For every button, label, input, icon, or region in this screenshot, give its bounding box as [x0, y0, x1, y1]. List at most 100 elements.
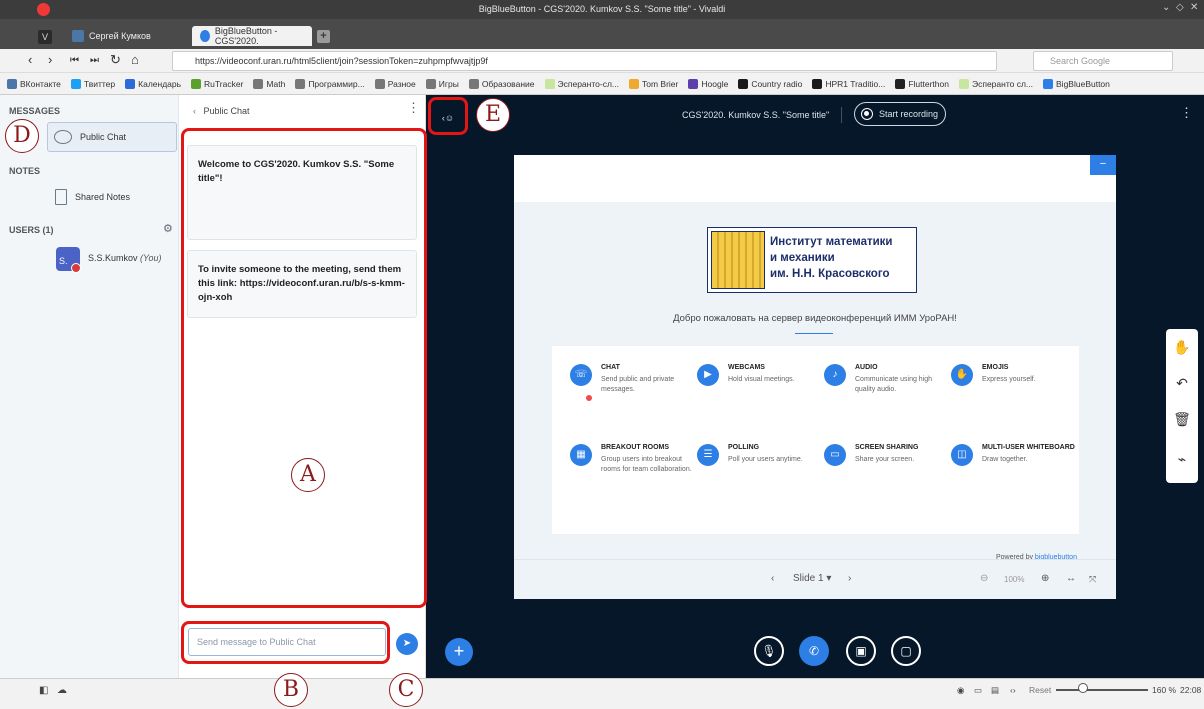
forward-icon[interactable]: ›: [48, 52, 52, 67]
bookmarks-bar: ВКонтакте Твиттер Календарь RuTracker Math Пр…: [0, 73, 1204, 95]
phone-icon: ✆: [808, 644, 820, 658]
public-chat-item[interactable]: Public Chat: [47, 122, 177, 152]
panel-toggle-icon[interactable]: ◧: [39, 685, 48, 696]
next-slide-icon[interactable]: ›: [848, 573, 851, 584]
tiling-icon[interactable]: ▭: [974, 685, 982, 696]
zoom-out-icon[interactable]: ⊖: [980, 573, 988, 584]
presentation-area: ‹☺ CGS'2020. Kumkov S.S. "Some title" St…: [426, 95, 1204, 678]
hand-tool-icon[interactable]: ✋: [1166, 331, 1198, 363]
presentation-slide[interactable]: − Институт математики и механики им. Н.Н…: [514, 155, 1116, 599]
feature-title: AUDIO: [855, 364, 878, 371]
microphone-off-icon: 🎙: [761, 644, 777, 658]
url-field[interactable]: https://videoconf.uran.ru/html5client/jo…: [172, 51, 997, 71]
bookmark-item[interactable]: Твиттер: [70, 78, 115, 89]
institute-line: Институт математики: [770, 236, 893, 248]
bookmark-item[interactable]: Country radio: [738, 78, 802, 89]
zoom-slider-handle[interactable]: [1078, 683, 1088, 693]
current-slide-label: Slide 1: [793, 573, 824, 584]
bookmark-item[interactable]: Эсперанто сл...: [958, 78, 1033, 89]
feature-title: WEBCAMS: [728, 364, 765, 371]
chat-options-icon[interactable]: ⋮: [407, 100, 420, 116]
record-icon: [861, 108, 873, 120]
bookmark-item[interactable]: RuTracker: [191, 78, 243, 89]
tab-label: BigBlueButton - CGS'2020.: [214, 26, 278, 46]
bookmark-icon: [253, 78, 264, 89]
fit-width-icon[interactable]: ↔: [1066, 573, 1076, 584]
bookmark-item[interactable]: HPR1 Traditio...: [812, 78, 885, 89]
bookmark-item[interactable]: Календарь: [125, 78, 181, 89]
bookmark-label: Math: [266, 78, 286, 89]
start-recording-button[interactable]: Start recording: [854, 102, 946, 126]
bookmark-item[interactable]: Math: [253, 78, 286, 89]
share-screen-button[interactable]: ▢: [891, 636, 921, 666]
mute-microphone-button[interactable]: 🎙: [754, 636, 784, 666]
bookmark-item[interactable]: Образование: [468, 78, 535, 89]
bookmark-item[interactable]: Tom Brier: [629, 78, 678, 89]
url-text: https://videoconf.uran.ru/html5client/jo…: [195, 56, 488, 66]
close-window-button[interactable]: ✕: [1190, 2, 1198, 13]
user-name: S.S.Kumkov: [88, 253, 138, 263]
zoom-slider[interactable]: [1056, 689, 1148, 691]
zoom-reset-button[interactable]: Reset: [1029, 685, 1051, 695]
tab-vk[interactable]: Сергей Кумков: [64, 26, 159, 46]
previous-slide-icon[interactable]: ‹: [771, 573, 774, 584]
leave-audio-button[interactable]: ✆: [799, 636, 829, 666]
annotation-box-chat-messages: [181, 128, 427, 608]
welcome-text: Добро пожаловать на сервер видеоконферен…: [673, 313, 957, 324]
actions-plus-button[interactable]: +: [445, 638, 473, 666]
chat-hide-button[interactable]: ‹ Public Chat: [193, 106, 250, 116]
search-field[interactable]: Search Google: [1033, 51, 1173, 71]
bookmark-icon: [544, 78, 555, 89]
page-actions-icon[interactable]: ‹›: [1010, 685, 1016, 695]
multi-user-icon[interactable]: ⌁: [1166, 443, 1198, 475]
send-message-button[interactable]: ➤: [396, 633, 418, 655]
bookmark-icon: [295, 78, 306, 89]
slide-select[interactable]: Slide 1 ▾: [793, 573, 831, 584]
bookmark-item[interactable]: Flutterthon: [895, 78, 949, 89]
share-webcam-button[interactable]: ▣: [846, 636, 876, 666]
bookmark-item[interactable]: Эсперанто-сл...: [544, 78, 619, 89]
bookmark-item[interactable]: Программир...: [295, 78, 365, 89]
maximize-window-button[interactable]: ◇: [1176, 2, 1184, 13]
features-grid: ☏ CHAT Send public and private messages. ▶ W…: [552, 346, 1079, 534]
minimize-presentation-button[interactable]: −: [1090, 155, 1116, 175]
rewind-icon[interactable]: ⏮: [70, 55, 79, 66]
users-heading: USERS (1): [9, 225, 54, 235]
webcam-icon: ▶: [697, 364, 719, 386]
bookmark-label: ВКонтакте: [20, 78, 61, 89]
back-icon[interactable]: ‹: [28, 52, 32, 67]
bookmark-item[interactable]: ВКонтакте: [7, 78, 61, 89]
zoom-level: 100%: [1004, 575, 1025, 584]
minimize-window-button[interactable]: ⌄: [1162, 2, 1170, 13]
avatar[interactable]: S.: [56, 247, 81, 273]
fast-forward-icon[interactable]: ⏭: [90, 55, 99, 66]
window-title-bar: BigBlueButton - CGS'2020. Kumkov S.S. "S…: [0, 0, 1204, 19]
bookmark-item[interactable]: Hoogle: [688, 78, 729, 89]
breakout-icon: ▦: [570, 444, 592, 466]
home-icon[interactable]: ⌂: [131, 52, 139, 67]
user-entry[interactable]: S.S.Kumkov (You): [88, 253, 162, 263]
zoom-in-icon[interactable]: ⊕: [1041, 573, 1049, 584]
screen-icon: ▭: [824, 444, 846, 466]
bookmark-label: Hoogle: [701, 78, 729, 89]
images-icon[interactable]: ▤: [991, 685, 999, 696]
cloud-sync-icon[interactable]: ☁: [57, 685, 67, 696]
feature-title: MULTI-USER WHITEBOARD: [982, 444, 1075, 451]
vivaldi-menu-icon[interactable]: V: [38, 30, 52, 44]
bookmark-item[interactable]: Разное: [374, 78, 416, 89]
new-tab-button[interactable]: +: [317, 30, 330, 43]
clock: 22:08: [1180, 685, 1202, 695]
trash-icon[interactable]: 🗑: [1166, 403, 1198, 435]
options-menu-icon[interactable]: ⋮: [1180, 105, 1193, 121]
reload-icon[interactable]: ↻: [110, 52, 121, 68]
shared-notes-item[interactable]: Shared Notes: [49, 182, 179, 212]
bookmark-item[interactable]: Игры: [425, 78, 459, 89]
undo-icon[interactable]: ↶: [1166, 367, 1198, 399]
gear-icon[interactable]: ⚙: [163, 222, 173, 235]
feature-description: Hold visual meetings.: [728, 376, 795, 383]
capture-icon[interactable]: ◉: [957, 685, 964, 696]
record-label: Start recording: [879, 109, 939, 119]
fullscreen-icon[interactable]: ⤧: [1089, 574, 1096, 585]
tab-bigbluebutton[interactable]: BigBlueButton - CGS'2020.: [192, 26, 312, 46]
bookmark-item[interactable]: BigBlueButton: [1043, 78, 1110, 89]
